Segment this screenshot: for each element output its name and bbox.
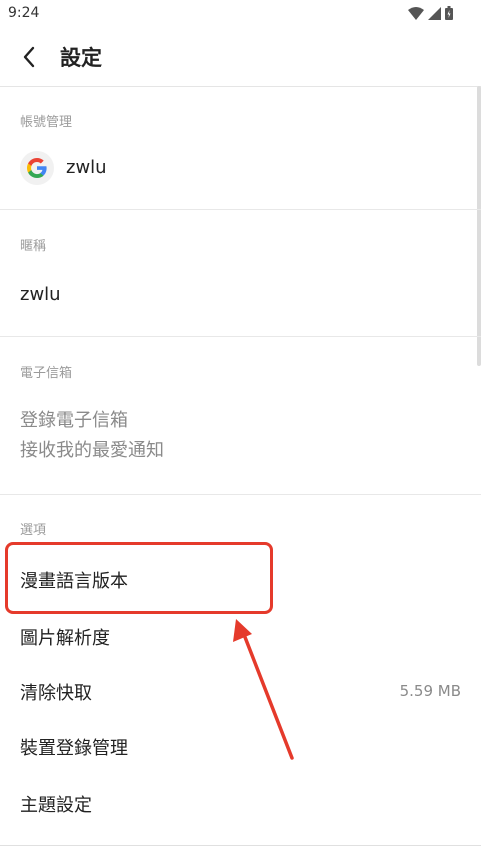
account-name: zwlu — [66, 157, 107, 178]
scrollbar[interactable] — [477, 86, 481, 366]
divider — [0, 209, 481, 210]
theme-option[interactable]: 主題設定 — [20, 791, 92, 817]
highlight-box — [5, 542, 273, 614]
status-bar: 9:24 — [0, 0, 481, 28]
email-section-label: 電子信箱 — [20, 366, 73, 381]
back-arrow-icon — [23, 46, 35, 68]
divider — [0, 336, 481, 337]
email-notify-hint: 接收我的最愛通知 — [20, 440, 164, 461]
divider — [0, 494, 481, 495]
divider — [0, 845, 481, 846]
status-time: 9:24 — [8, 5, 40, 21]
signal-icon — [428, 6, 441, 20]
wifi-icon — [408, 6, 424, 20]
back-button[interactable] — [12, 40, 46, 74]
account-section-label: 帳號管理 — [20, 115, 73, 130]
image-resolution-option[interactable]: 圖片解析度 — [20, 624, 110, 650]
nickname-section-label: 暱稱 — [20, 239, 47, 254]
options-section-label: 選項 — [20, 523, 47, 538]
clear-cache-option[interactable]: 清除快取 — [20, 679, 92, 705]
page-title: 設定 — [60, 46, 102, 70]
app-bar: 設定 — [0, 28, 481, 87]
google-icon — [20, 151, 54, 185]
device-login-option[interactable]: 裝置登錄管理 — [20, 734, 128, 760]
cache-size-value: 5.59 MB — [399, 682, 461, 700]
nickname-value[interactable]: zwlu — [20, 284, 61, 305]
status-icons — [408, 5, 453, 21]
email-register-link[interactable]: 登錄電子信箱 — [20, 406, 128, 436]
battery-icon — [445, 6, 453, 20]
